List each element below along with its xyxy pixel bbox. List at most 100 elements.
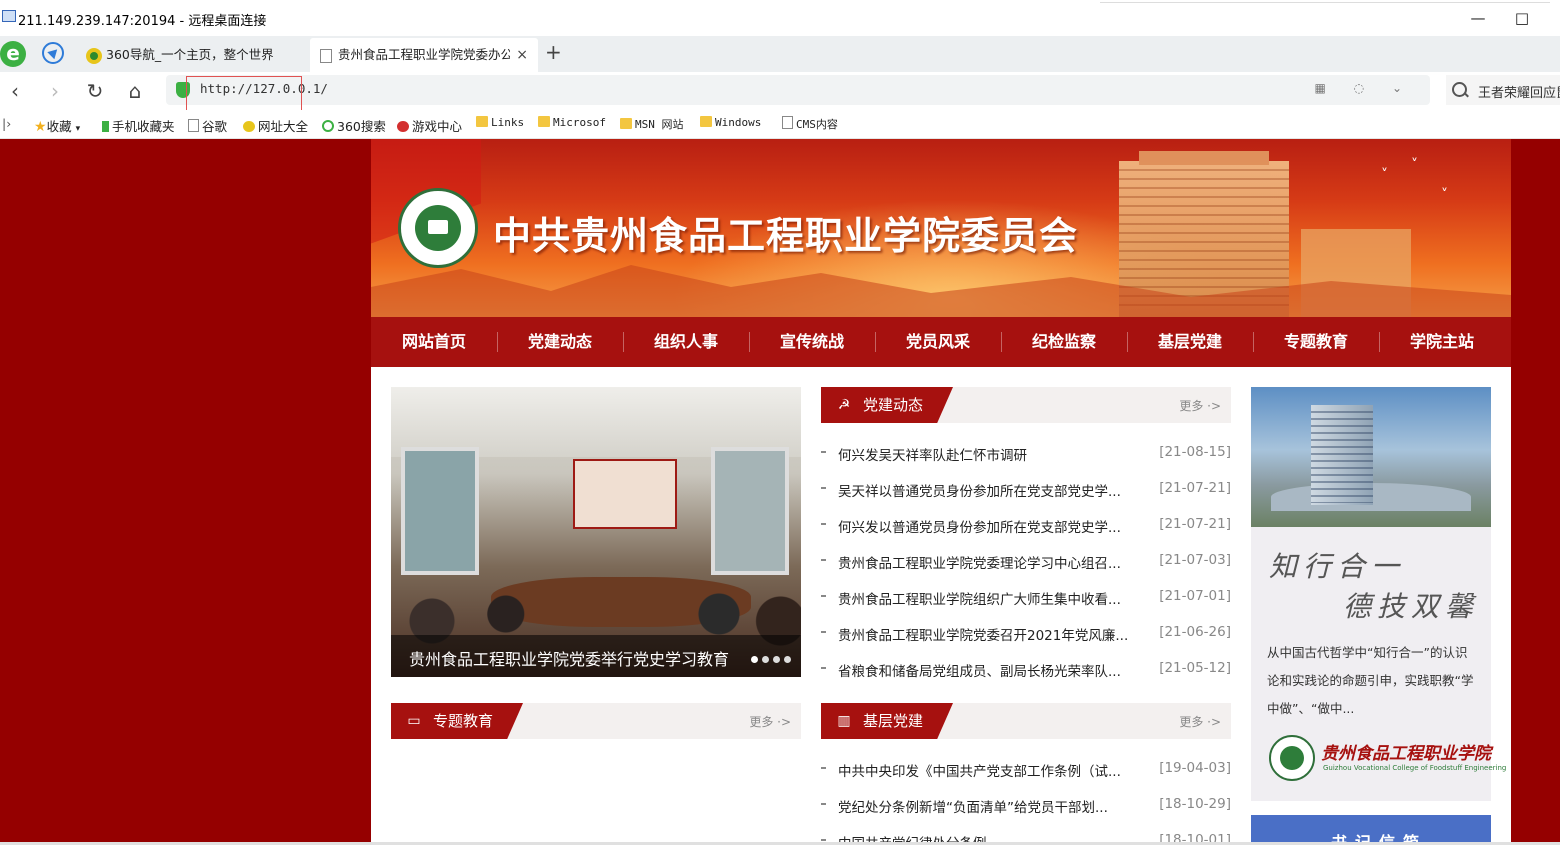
list-item[interactable]: 何兴发以普通党员身份参加所在党支部党史学... [21-07-21]: [821, 507, 1231, 543]
new-tab-button[interactable]: +: [545, 40, 562, 64]
chevron-down-icon: ▾: [75, 124, 81, 134]
bookmark-favorites[interactable]: ★收藏 ▾: [34, 116, 80, 135]
slide-dot[interactable]: [773, 656, 780, 663]
party-news-tab[interactable]: ☭ 党建动态: [821, 387, 954, 423]
nav-publicity[interactable]: 宣传统战: [749, 317, 875, 367]
nav-grassroots[interactable]: 基层党建: [1127, 317, 1253, 367]
bullet: [821, 667, 826, 669]
compass-icon[interactable]: [42, 42, 64, 64]
list-item[interactable]: 贵州食品工程职业学院党委召开2021年党风廉... [21-06-26]: [821, 615, 1231, 651]
bookmark-hao[interactable]: 网址大全: [243, 116, 308, 135]
campus-photo-windows: [1311, 411, 1373, 503]
folder-icon: [700, 116, 712, 127]
list-item[interactable]: 贵州食品工程职业学院组织广大师生集中收看... [21-07-01]: [821, 579, 1231, 615]
bookmarks-toggle-icon[interactable]: |›: [2, 116, 11, 131]
nav-college-main[interactable]: 学院主站: [1379, 317, 1505, 367]
page-content: ˅ ˅ ˅ 中共贵州食品工程职业学院委员会 网站首页 党建动态 组织人事 宣传统…: [371, 139, 1511, 845]
list-item[interactable]: 中共中央印发《中国共产党支部工作条例（试... [19-04-03]: [821, 751, 1231, 787]
bookmark-mobile[interactable]: 手机收藏夹: [102, 116, 175, 135]
bookmark-links[interactable]: Links: [476, 116, 524, 129]
book-icon: ▥: [837, 713, 851, 729]
bookmark-msn[interactable]: MSN 网站: [620, 116, 684, 132]
page-icon: [320, 48, 332, 63]
slide-dot[interactable]: [784, 656, 791, 663]
bullet: [821, 631, 826, 633]
special-edu-tab[interactable]: ▭ 专题教育: [391, 703, 524, 739]
motto-description[interactable]: 从中国古代哲学中“知行合一”的认识论和实践论的命题引申，实践职教“学中做”、“做…: [1267, 639, 1479, 723]
back-button[interactable]: ‹: [2, 78, 28, 104]
home-button[interactable]: ⌂: [122, 78, 148, 104]
bookmark-google[interactable]: 谷歌: [188, 116, 227, 135]
close-tab-icon[interactable]: ×: [516, 38, 528, 72]
party-news-list: 何兴发吴天祥率队赴仁怀市调研 [21-08-15] 吴天祥以普通党员身份参加所在党…: [821, 435, 1231, 687]
folder-icon: [538, 116, 550, 127]
list-item[interactable]: 贵州食品工程职业学院党委理论学习中心组召... [21-07-03]: [821, 543, 1231, 579]
maximize-button[interactable]: □: [1512, 8, 1532, 28]
doc-icon: [188, 119, 199, 132]
nav-discipline[interactable]: 纪检监察: [1001, 317, 1127, 367]
site-banner: ˅ ˅ ˅ 中共贵州食品工程职业学院委员会: [371, 139, 1511, 317]
list-item[interactable]: 何兴发吴天祥率队赴仁怀市调研 [21-08-15]: [821, 435, 1231, 471]
bookmark-games[interactable]: 游戏中心: [397, 116, 462, 135]
list-item[interactable]: 省粮食和储备局党组成员、副局长杨光荣率队... [21-05-12]: [821, 651, 1231, 687]
remote-desktop-icon: [2, 10, 16, 22]
tab-360-navigation[interactable]: 360导航_一个主页，整个世界: [82, 38, 306, 72]
nav-home[interactable]: 网站首页: [371, 317, 497, 367]
tab-party-office[interactable]: 贵州食品工程职业学院党委办公 ×: [310, 38, 538, 72]
address-tools[interactable]: ▦ ◌ ⌄: [1315, 81, 1415, 95]
grassroots-more-link[interactable]: 更多 ·>: [1179, 713, 1221, 730]
bookmark-windows[interactable]: Windows: [700, 116, 761, 129]
bookmark-cms[interactable]: CMS内容: [782, 116, 838, 132]
reload-button[interactable]: ↻: [82, 78, 108, 104]
search-box[interactable]: 王者荣耀回应鼠: [1446, 75, 1560, 105]
hammer-sickle-icon: ☭: [837, 397, 851, 413]
bird-icon: ˅: [1381, 167, 1388, 183]
college-emblem: [398, 188, 478, 268]
address-bar[interactable]: http://127.0.0.1/ ▦ ◌ ⌄: [166, 75, 1430, 105]
slide-caption-bar: 贵州食品工程职业学院党委举行党史学习教育: [391, 635, 801, 677]
bullet: [821, 523, 826, 525]
bookmark-microsoft[interactable]: Microsof: [538, 116, 606, 129]
grassroots-header: ▥ 基层党建 更多 ·>: [821, 703, 1231, 739]
secretary-mailbox-banner[interactable]: 书记信箱: [1251, 815, 1491, 845]
party-news-header: ☭ 党建动态 更多 ·>: [821, 387, 1231, 423]
campus-photo[interactable]: [1251, 387, 1491, 527]
list-item[interactable]: 吴天祥以普通党员身份参加所在党支部党史学... [21-07-21]: [821, 471, 1231, 507]
bullet: [821, 803, 826, 805]
slide-dot[interactable]: [762, 656, 769, 663]
remote-desktop-titlebar: 211.149.239.147:20194 - 远程桌面连接 — □: [0, 0, 1560, 36]
bookmark-360-search[interactable]: 360搜索: [322, 116, 386, 135]
special-edu-header: ▭ 专题教育 更多 ·>: [391, 703, 801, 739]
phone-icon: [102, 121, 109, 132]
slide-dot[interactable]: [751, 656, 758, 663]
bullet: [821, 487, 826, 489]
bullet: [821, 595, 826, 597]
url-highlight-box: [186, 76, 302, 114]
web-page: ˅ ˅ ˅ 中共贵州食品工程职业学院委员会 网站首页 党建动态 组织人事 宣传统…: [0, 139, 1560, 845]
minimize-button[interactable]: —: [1468, 8, 1488, 28]
party-news-more-link[interactable]: 更多 ·>: [1179, 397, 1221, 414]
browser-tab-bar: e 360导航_一个主页，整个世界 贵州食品工程职业学院党委办公 × +: [0, 36, 1560, 72]
news-slideshow[interactable]: 贵州食品工程职业学院党委举行党史学习教育: [391, 387, 801, 677]
nav-members[interactable]: 党员风采: [875, 317, 1001, 367]
list-item[interactable]: 党纪处分条例新增“负面清单”给党员干部划... [18-10-29]: [821, 787, 1231, 823]
main-navigation: 网站首页 党建动态 组织人事 宣传统战 党员风采 纪检监察 基层党建 专题教育 …: [371, 317, 1511, 367]
emblem-book-icon: [415, 205, 461, 251]
nav-organization[interactable]: 组织人事: [623, 317, 749, 367]
special-edu-more-link[interactable]: 更多 ·>: [749, 713, 791, 730]
search-query[interactable]: 王者荣耀回应鼠: [1478, 82, 1560, 101]
nav-special-edu[interactable]: 专题教育: [1253, 317, 1379, 367]
360-icon: [243, 121, 255, 132]
forward-button[interactable]: ›: [42, 78, 68, 104]
slide-caption[interactable]: 贵州食品工程职业学院党委举行党史学习教育: [409, 646, 729, 670]
folder-icon: [620, 118, 632, 129]
doc-icon: [782, 116, 793, 129]
nav-party-news[interactable]: 党建动态: [497, 317, 623, 367]
college-logo-icon: [1269, 735, 1315, 781]
browser-logo-icon[interactable]: e: [0, 41, 26, 67]
motto-line-2: 德技双馨: [1343, 590, 1480, 623]
college-logo-name: 贵州食品工程职业学院: [1321, 744, 1491, 764]
bookmarks-bar: |› ★收藏 ▾ 手机收藏夹 谷歌 网址大全 360搜索 游戏中心 Links …: [0, 110, 1560, 139]
grassroots-tab[interactable]: ▥ 基层党建: [821, 703, 954, 739]
slide-pager: [747, 652, 791, 667]
